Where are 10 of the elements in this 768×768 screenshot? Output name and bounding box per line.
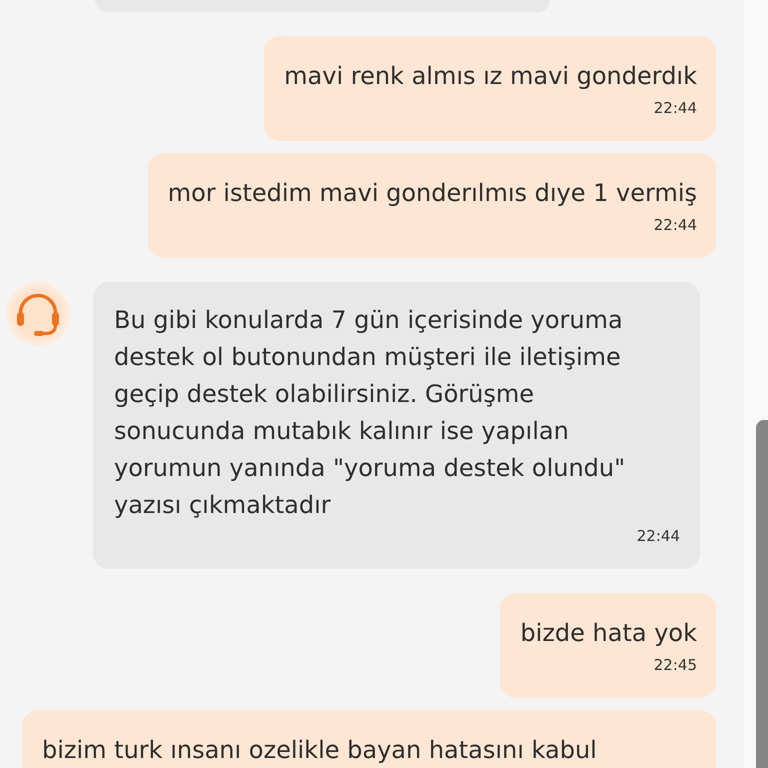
message-text: mor istedim mavi gonderılmıs dıye 1 vermiş <box>168 178 697 209</box>
message-time: 22:44 <box>636 526 680 547</box>
message-text: bizim turk ınsanı ozelikle bayan hatasını kabul <box>42 735 598 766</box>
message-time: 22:44 <box>652 98 697 119</box>
message-text: Bu gibi konularda 7 gün içerisinde yoruma destek ol butonundan müşteri ile iletişime geçip destek olabilirsiniz. Görüşme sonucunda mutabık kalınır ise yapılan yorumun yanında "yoruma destek olundu" yazısı çıkmaktadır <box>114 305 626 521</box>
message-time: 22:45 <box>652 655 697 676</box>
message-time: 22:44 <box>652 215 697 236</box>
message-text: bizde hata yok <box>520 618 697 649</box>
message-text: mavi renk almıs ız mavi gonderdık <box>284 61 697 92</box>
scrollbar-thumb[interactable] <box>756 420 768 768</box>
